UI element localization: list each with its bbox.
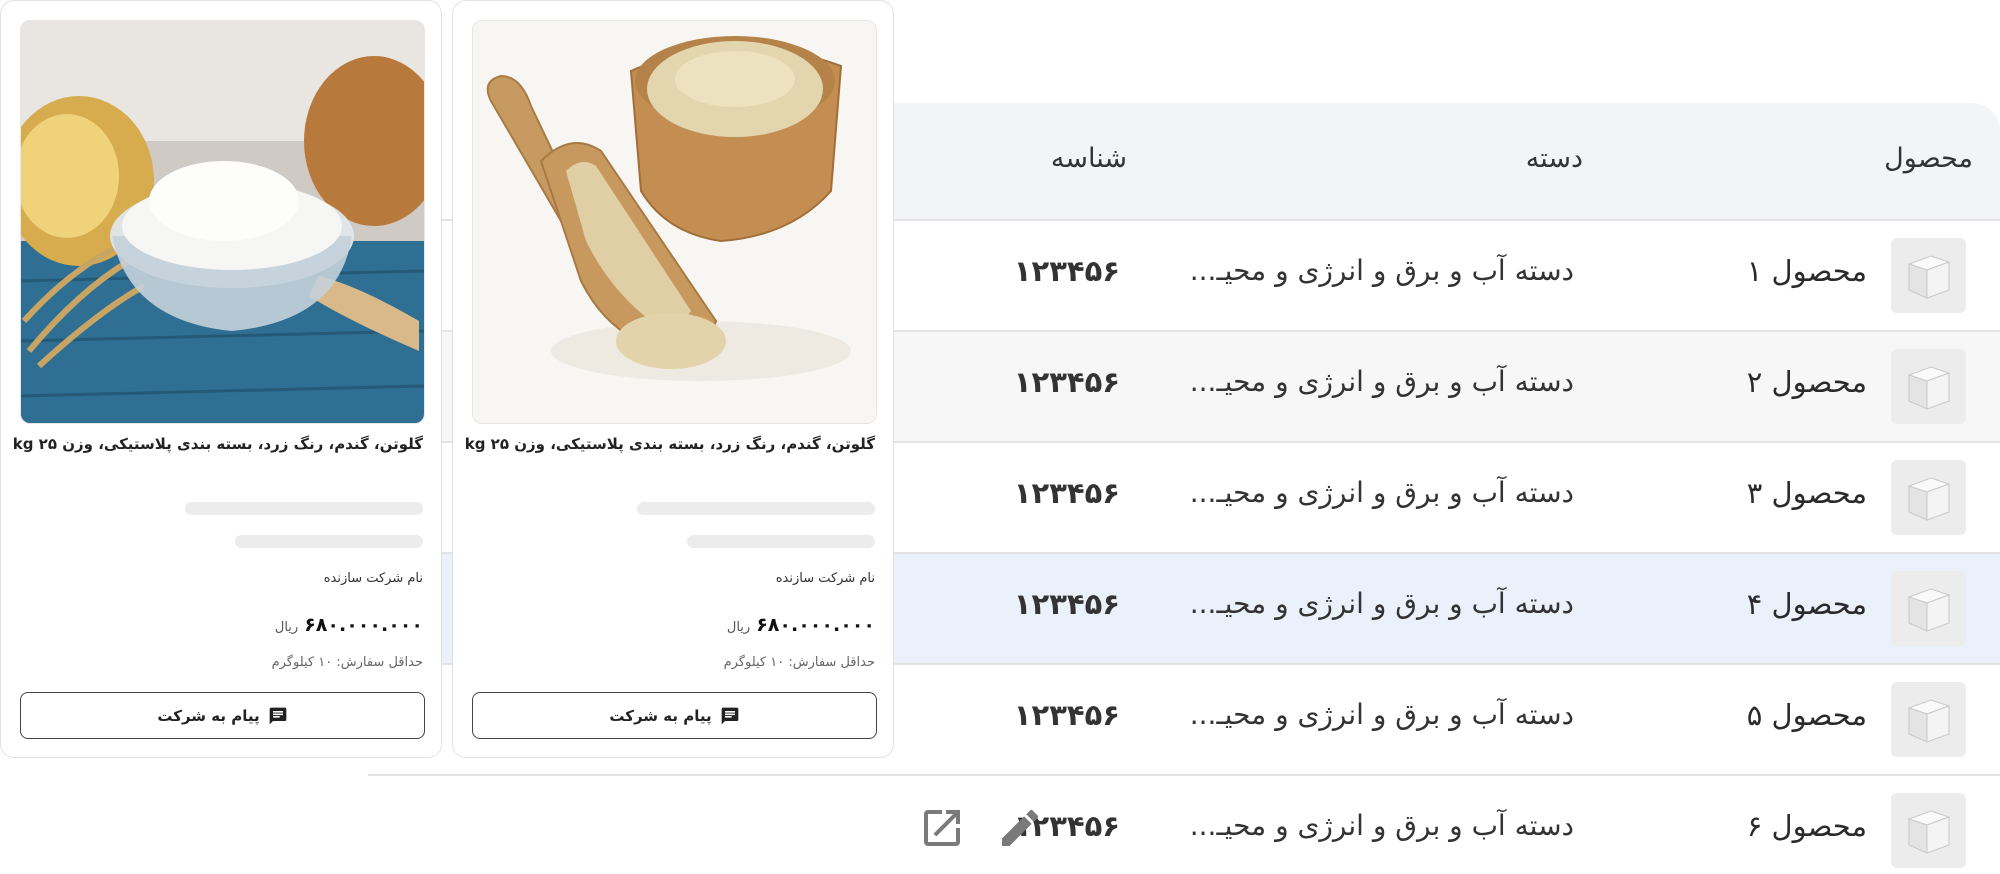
product-name[interactable]: محصول ۱ [1747, 254, 1867, 288]
product-name[interactable]: محصول ۴ [1747, 587, 1867, 621]
product-card[interactable]: گلوتن، گندم، رنگ زرد، بسته بندی پلاستیکی… [452, 0, 894, 758]
product-id: ۱۲۳۴۵۶ [1013, 254, 1120, 288]
product-name[interactable]: محصول ۵ [1747, 698, 1867, 732]
product-id: ۱۲۳۴۵۶ [1013, 476, 1120, 510]
product-thumbnail [1891, 238, 1966, 313]
message-company-button[interactable]: پیام به شرکت [20, 692, 425, 739]
product-category: دسته آب و برق و انرژی و محیـ... [1189, 587, 1574, 620]
price-currency: ریال [274, 620, 299, 635]
product-thumbnail [1891, 571, 1966, 646]
price-value: ۶۸۰.۰۰۰.۰۰۰ [304, 614, 423, 636]
product-thumbnail [1891, 793, 1966, 868]
minimum-order: حداقل سفارش: ۱۰ کیلوگرم [271, 655, 423, 670]
product-category: دسته آب و برق و انرژی و محیـ... [1189, 365, 1574, 398]
message-icon [721, 707, 738, 724]
loading-placeholder [185, 502, 423, 515]
product-image [472, 20, 877, 424]
table-header: محصول دسته شناسه [880, 103, 2000, 219]
product-id: ۱۲۳۴۵۶ [1013, 587, 1120, 621]
product-name[interactable]: محصول ۳ [1747, 476, 1867, 510]
product-category: دسته آب و برق و انرژی و محیـ... [1189, 254, 1574, 287]
price: ۶۸۰.۰۰۰.۰۰۰ ریال [275, 614, 423, 636]
product-title[interactable]: گلوتن، گندم، رنگ زرد، بسته بندی پلاستیکی… [13, 435, 423, 453]
product-thumbnail [1891, 349, 1966, 424]
table-row[interactable]: محصول ۶ دسته آب و برق و انرژی و محیـ... … [368, 774, 2000, 874]
manufacturer-name[interactable]: نام شرکت سازنده [776, 571, 875, 586]
message-company-button[interactable]: پیام به شرکت [472, 692, 877, 739]
product-name[interactable]: محصول ۶ [1747, 809, 1867, 843]
product-thumbnail [1891, 682, 1966, 757]
open-external-icon[interactable] [918, 804, 966, 852]
product-id: ۱۲۳۴۵۶ [1013, 698, 1120, 732]
header-product[interactable]: محصول [1884, 143, 1973, 174]
product-image [20, 20, 425, 424]
message-company-label: پیام به شرکت [157, 706, 260, 725]
product-title[interactable]: گلوتن، گندم، رنگ زرد، بسته بندی پلاستیکی… [465, 435, 875, 453]
product-category: دسته آب و برق و انرژی و محیـ... [1189, 809, 1574, 842]
product-thumbnail [1891, 460, 1966, 535]
product-card[interactable]: گلوتن، گندم، رنگ زرد، بسته بندی پلاستیکی… [0, 0, 442, 758]
price-currency: ریال [726, 620, 751, 635]
loading-placeholder [687, 535, 875, 548]
message-icon [269, 707, 286, 724]
message-company-label: پیام به شرکت [609, 706, 712, 725]
price: ۶۸۰.۰۰۰.۰۰۰ ریال [727, 614, 875, 636]
product-category: دسته آب و برق و انرژی و محیـ... [1189, 476, 1574, 509]
loading-placeholder [235, 535, 423, 548]
product-name[interactable]: محصول ۲ [1747, 365, 1867, 399]
product-category: دسته آب و برق و انرژی و محیـ... [1189, 698, 1574, 731]
loading-placeholder [637, 502, 875, 515]
header-category[interactable]: دسته [1526, 143, 1583, 174]
edit-icon[interactable] [996, 804, 1044, 852]
product-id: ۱۲۳۴۵۶ [1013, 365, 1120, 399]
row-actions [918, 804, 1044, 852]
manufacturer-name[interactable]: نام شرکت سازنده [324, 571, 423, 586]
price-value: ۶۸۰.۰۰۰.۰۰۰ [756, 614, 875, 636]
minimum-order: حداقل سفارش: ۱۰ کیلوگرم [723, 655, 875, 670]
header-id[interactable]: شناسه [1051, 143, 1127, 174]
